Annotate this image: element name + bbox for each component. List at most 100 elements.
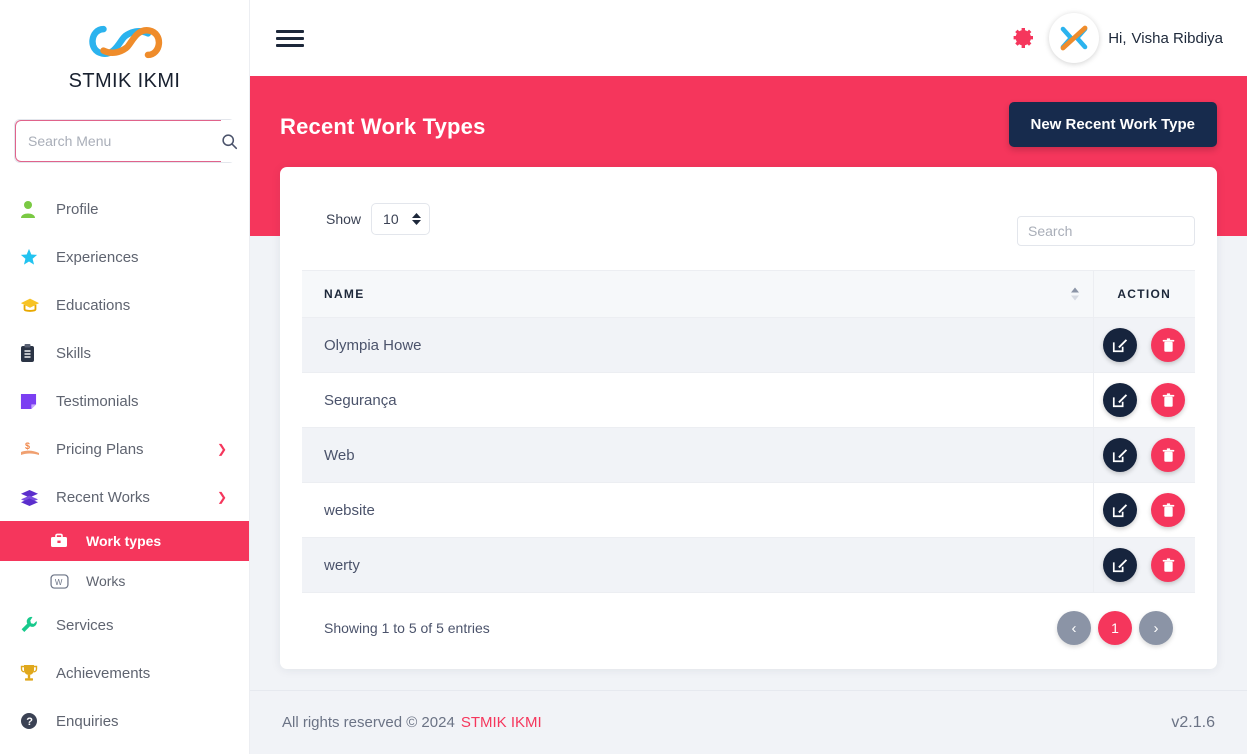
column-header-name[interactable]: NAME	[302, 270, 1093, 318]
brand-name: STMIK IKMI	[68, 70, 181, 92]
edit-button[interactable]	[1103, 328, 1138, 362]
sidebar-item-achievements[interactable]: Achievements	[0, 649, 249, 697]
column-label: NAME	[324, 287, 365, 301]
sidebar-item-enquiries[interactable]: ? Enquiries	[0, 697, 249, 745]
datatable-footer: Showing 1 to 5 of 5 entries ‹ 1 ›	[302, 593, 1195, 655]
page-length-select-wrap: 10	[371, 203, 431, 235]
svg-text:$: $	[25, 441, 30, 451]
hamburger-bar	[276, 43, 304, 47]
sidebar-item-pricing-plans[interactable]: $ Pricing Plans ❯	[0, 425, 249, 473]
delete-button[interactable]	[1151, 493, 1186, 527]
sidebar-item-label: Testimonials	[56, 392, 139, 410]
cell-name: Olympia Howe	[302, 317, 1093, 373]
gear-icon	[1013, 28, 1034, 48]
sidebar-search	[14, 119, 238, 163]
sidebar-item-label: Educations	[56, 296, 131, 314]
edit-button[interactable]	[1103, 438, 1138, 472]
user-greeting: Hi, Visha Ribdiya	[1108, 30, 1223, 47]
star-icon	[20, 246, 44, 268]
cell-action	[1092, 537, 1195, 593]
sidebar-item-label: Enquiries	[56, 712, 119, 730]
cell-name: werty	[302, 537, 1093, 593]
sidebar-item-label: Services	[56, 616, 114, 634]
hamburger-bar	[276, 36, 304, 40]
footer-org-link[interactable]: STMIK IKMI	[461, 714, 542, 731]
work-types-table: NAME ACTION Olympia Howe Segurança Web w…	[302, 270, 1195, 593]
trash-icon	[1162, 557, 1175, 572]
sidebar-item-skills[interactable]: Skills	[0, 329, 249, 377]
sidebar-item-work-types[interactable]: Work types	[0, 521, 249, 561]
cell-action	[1092, 317, 1195, 373]
hamburger-bar	[276, 29, 304, 33]
edit-pencil-icon	[1113, 394, 1128, 408]
sidebar-item-works[interactable]: W Works	[0, 561, 249, 601]
copyright: All rights reserved © 2024 STMIK IKMI	[282, 714, 542, 731]
pagination-page-1[interactable]: 1	[1098, 611, 1132, 645]
user-name: Visha Ribdiya	[1131, 29, 1223, 47]
table-row: werty	[302, 537, 1195, 593]
infinity-logo	[88, 25, 162, 59]
trash-icon	[1162, 447, 1175, 462]
wrench-icon	[20, 614, 44, 636]
settings-button[interactable]	[1009, 25, 1035, 51]
hand-dollar-icon: $	[20, 438, 44, 460]
table-row: Web	[302, 427, 1195, 483]
sidebar-item-services[interactable]: Services	[0, 601, 249, 649]
table-header-row: NAME ACTION	[302, 270, 1195, 318]
show-label: Show	[326, 211, 362, 227]
search-menu-input[interactable]	[15, 120, 221, 162]
sidebar: STMIK IKMI Profile E	[0, 0, 250, 754]
new-recent-work-type-button[interactable]: New Recent Work Type	[1008, 102, 1217, 147]
hamburger-icon[interactable]	[276, 26, 304, 51]
column-label: ACTION	[1117, 287, 1172, 301]
user-menu[interactable]: Hi, Visha Ribdiya	[1049, 13, 1223, 63]
trash-icon	[1162, 502, 1175, 517]
table-row: website	[302, 482, 1195, 538]
app-version: v2.1.6	[1171, 713, 1215, 731]
edit-button[interactable]	[1103, 548, 1138, 582]
avatar	[1049, 13, 1100, 63]
delete-button[interactable]	[1151, 328, 1186, 362]
chevron-right-icon: ›	[1153, 619, 1159, 637]
delete-button[interactable]	[1151, 383, 1186, 417]
main-area: Hi, Visha Ribdiya Recent Work Types New R…	[250, 0, 1247, 754]
trash-icon	[1162, 392, 1175, 407]
sidebar-item-label: Experiences	[56, 248, 139, 266]
trash-icon	[1162, 337, 1175, 352]
chevron-left-icon: ‹	[1071, 619, 1077, 637]
page-length-control: Show 10	[302, 191, 431, 235]
sidebar-item-experiences[interactable]: Experiences	[0, 233, 249, 281]
table-row: Segurança	[302, 372, 1195, 428]
brand[interactable]: STMIK IKMI	[0, 0, 249, 93]
sidebar-item-educations[interactable]: Educations	[0, 281, 249, 329]
brand-avatar	[1051, 15, 1098, 61]
search-menu-button[interactable]	[221, 120, 238, 162]
greeting-text: Hi,	[1108, 29, 1127, 47]
edit-pencil-icon	[1113, 559, 1128, 573]
pagination-prev-button[interactable]: ‹	[1057, 611, 1091, 645]
edit-button[interactable]	[1103, 383, 1138, 417]
delete-button[interactable]	[1151, 438, 1186, 472]
entries-info: Showing 1 to 5 of 5 entries	[324, 620, 490, 636]
delete-button[interactable]	[1151, 548, 1186, 582]
edit-button[interactable]	[1103, 493, 1138, 527]
cell-action	[1092, 372, 1195, 428]
search-icon	[222, 133, 238, 149]
sidebar-item-profile[interactable]: Profile	[0, 185, 249, 233]
footer: All rights reserved © 2024 STMIK IKMI v2.…	[250, 690, 1247, 754]
sidebar-nav: Profile Experiences Educations Skills Te…	[0, 185, 249, 745]
table-body: Olympia Howe Segurança Web website werty	[302, 317, 1195, 593]
sidebar-item-recent-works[interactable]: Recent Works ❯	[0, 473, 249, 521]
note-icon	[20, 390, 44, 412]
page-length-select[interactable]: 10	[371, 203, 431, 235]
copyright-text: All rights reserved © 2024	[282, 714, 455, 731]
sidebar-item-label: Achievements	[56, 664, 151, 682]
sidebar-item-label: Pricing Plans	[56, 440, 144, 458]
sidebar-item-testimonials[interactable]: Testimonials	[0, 377, 249, 425]
clipboard-icon	[20, 342, 44, 364]
pagination-next-button[interactable]: ›	[1139, 611, 1173, 645]
table-search-input[interactable]	[1017, 216, 1195, 246]
cell-action	[1092, 427, 1195, 483]
datatable-card: Show 10 Search NAME ACTION Olympia Howe …	[280, 167, 1217, 669]
sidebar-item-label: Works	[86, 573, 126, 589]
